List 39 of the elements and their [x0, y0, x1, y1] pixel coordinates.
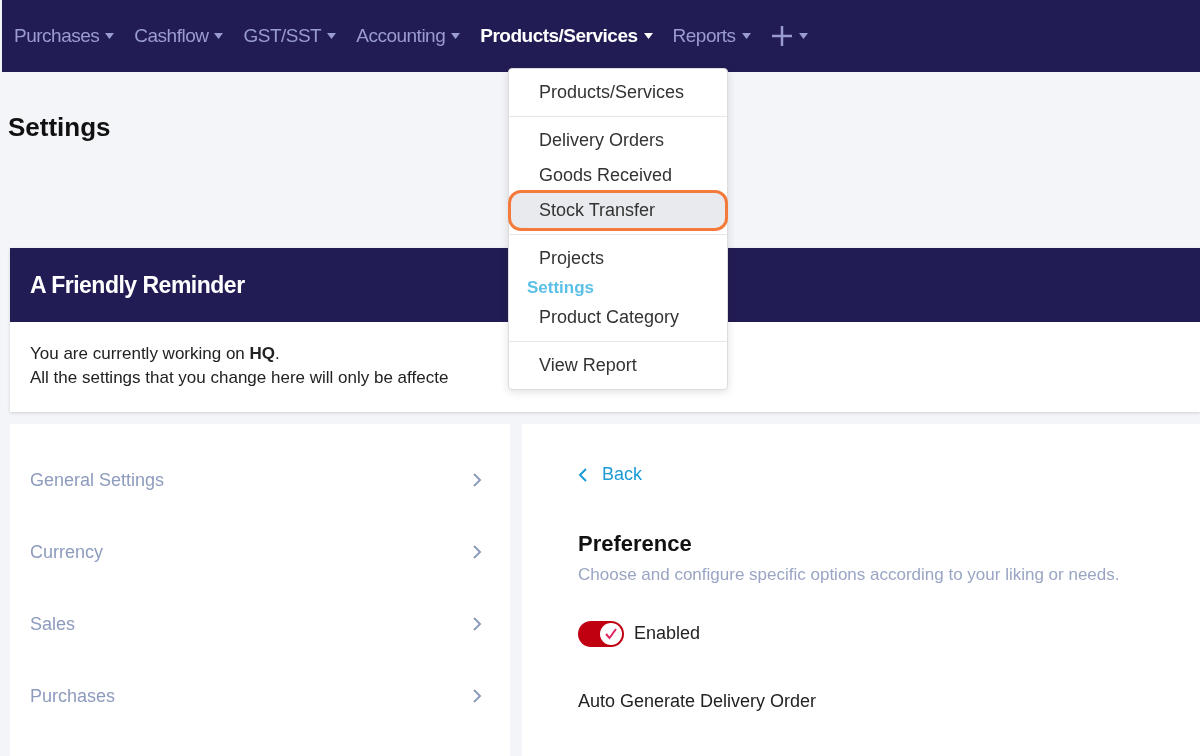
menu-item[interactable]: View Report	[511, 348, 725, 383]
nav-menu-item[interactable]: GST/SST	[243, 25, 337, 47]
toggle-switch[interactable]	[578, 620, 624, 647]
nav-menu-item[interactable]: Products/Services	[480, 25, 653, 47]
caret-icon	[105, 33, 115, 39]
reminder-text: You are currently working on HQ.	[30, 344, 281, 364]
caret-icon	[741, 33, 751, 39]
caret-icon	[327, 33, 337, 39]
caret-icon	[214, 33, 224, 39]
menu-item[interactable]: Product Category	[511, 300, 725, 335]
nav-menu-item[interactable]: Cashflow	[134, 25, 224, 47]
chevron-right-icon	[472, 616, 482, 632]
nav-menu-item[interactable]: Purchases	[14, 25, 115, 47]
field-label: Auto Generate Delivery Order	[578, 690, 818, 712]
check-icon	[605, 627, 617, 640]
toggle-label: Enabled	[634, 623, 701, 644]
chevron-right-icon	[472, 544, 482, 560]
nav-menu-item[interactable]: Reports	[672, 25, 751, 47]
menu-item[interactable]: Goods Received	[511, 158, 725, 193]
chevron-right-icon	[472, 472, 482, 488]
caret-icon	[798, 33, 808, 39]
menu-item[interactable]: Products/Services	[511, 75, 725, 110]
card-title: A Friendly Reminder	[30, 271, 245, 299]
reminder-text: All the settings that you change here will only be affecte	[30, 368, 450, 388]
section-title: Preference	[578, 530, 693, 557]
page-title: Settings	[8, 112, 111, 143]
section-subtitle: Choose and configure specific options according to your liking or needs.	[578, 564, 1121, 585]
menu-section-heading: Settings	[526, 277, 596, 299]
menu-item[interactable]: Stock Transfer	[511, 193, 725, 228]
menu-item[interactable]: Projects	[511, 241, 725, 276]
chevron-left-icon	[578, 466, 588, 483]
caret-icon	[451, 33, 461, 39]
plus-icon	[770, 25, 793, 47]
nav-menu-item[interactable]: Accounting	[356, 25, 461, 47]
back-link[interactable]: Back	[578, 464, 643, 485]
caret-icon	[643, 33, 653, 39]
menu-item[interactable]: Delivery Orders	[511, 123, 725, 158]
add-menu-button[interactable]	[770, 25, 808, 47]
chevron-right-icon	[472, 688, 482, 704]
